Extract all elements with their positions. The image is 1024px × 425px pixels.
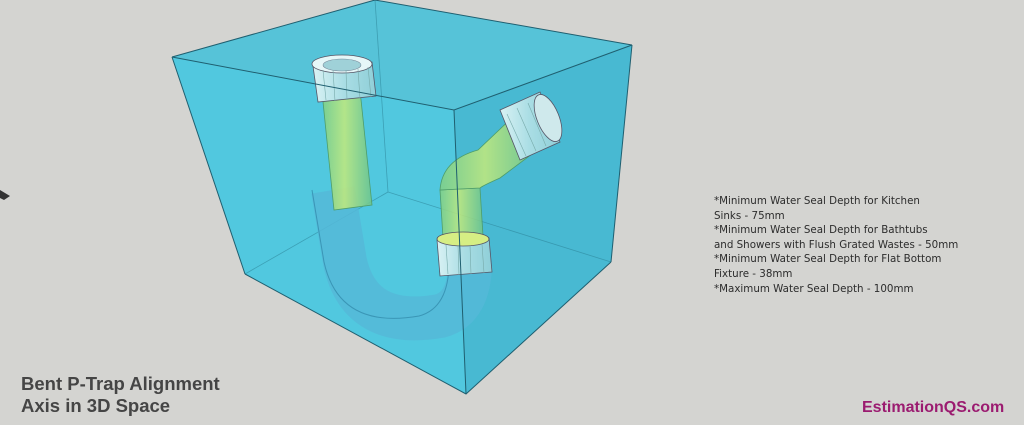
note-line: *Maximum Water Seal Depth - 100mm [714, 282, 914, 295]
riser-nut [436, 231, 493, 277]
note-line: *Minimum Water Seal Depth for Bathtubs [714, 224, 928, 237]
inlet-nut [311, 54, 377, 103]
note-line: *Minimum Water Seal Depth for Flat Botto… [714, 253, 942, 266]
title-line-1: Bent P-Trap Alignment [21, 373, 220, 394]
title-line-2: Axis in 3D Space [21, 395, 171, 416]
note-line: *Minimum Water Seal Depth for Kitchen [714, 195, 920, 207]
note-line: and Showers with Flush Grated Wastes - 5… [714, 238, 959, 251]
brand-watermark: EstimationQS.com [862, 399, 1005, 416]
note-line: Sinks - 75mm [714, 209, 785, 222]
edge-fragment [0, 190, 10, 200]
diagram-title: Bent P-Trap Alignment Axis in 3D Space [21, 373, 220, 417]
water-seal-notes: *Minimum Water Seal Depth for Kitchen Si… [714, 194, 1004, 296]
note-line: Fixture - 38mm [714, 267, 793, 280]
